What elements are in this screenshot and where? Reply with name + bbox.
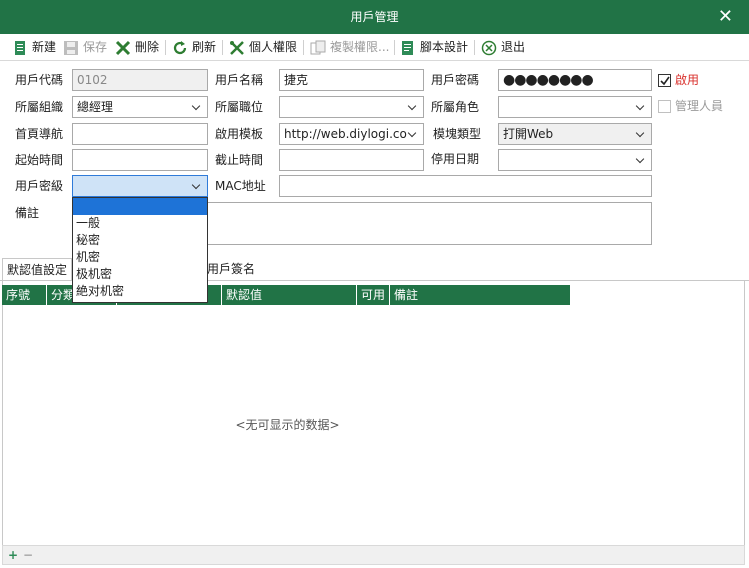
personal-permission-label: 個人權限 [249,40,298,54]
position-label: 所屬職位 [215,100,264,114]
toolbar-divider [474,40,475,55]
dropdown-option[interactable]: 一般 [73,215,207,232]
password-field[interactable]: ●●●●●●●● [498,69,652,91]
chevron-down-icon [191,97,201,117]
new-doc-icon [12,40,28,56]
default-values-grid [2,281,745,545]
mac-label: MAC地址 [215,179,266,193]
template-value: http://web.diylogi.cor [284,127,412,141]
chevron-down-icon [407,124,417,144]
grid-col-remark[interactable]: 備註 [390,285,570,305]
home-nav-label: 首頁導航 [15,127,64,141]
chevron-down-icon [635,124,645,144]
org-value: 總經理 [77,100,114,114]
toolbar-divider [165,40,166,55]
grid-col-index[interactable]: 序號 [2,285,47,305]
mac-field[interactable] [279,175,652,197]
delete-label: 刪除 [135,40,160,54]
dropdown-option[interactable]: 极机密 [73,266,207,283]
template-label: 啟用模板 [215,127,264,141]
exit-circle-icon [481,40,497,56]
role-select[interactable] [498,96,652,118]
disable-date-label: 停用日期 [431,152,480,166]
admin-checkbox[interactable] [658,100,671,113]
chevron-down-icon [191,176,201,196]
disable-date-field[interactable]: - - : : [498,149,652,171]
window-title: 用戶管理 [350,10,399,24]
tab-default-settings[interactable]: 默認值設定 [2,258,73,280]
start-time-label: 起始時間 [15,153,64,167]
enabled-label: 啟用 [675,73,700,87]
dropdown-option[interactable]: 机密 [73,249,207,266]
dropdown-option[interactable]: 絶对机密 [73,283,207,300]
security-level-select[interactable] [72,175,208,197]
end-time-label: 截止時間 [215,153,264,167]
password-label: 用戶密碼 [431,73,480,87]
copy-icon [310,40,326,56]
add-icon[interactable]: + [8,546,18,564]
security-level-label: 用戶密級 [15,179,64,193]
tools-icon [229,40,245,56]
template-type-label: 模塊類型 [433,127,482,141]
window-titlebar: 用戶管理 ✕ [0,0,749,34]
toolbar-divider [303,40,304,55]
dropdown-option[interactable] [73,198,207,215]
new-button[interactable]: 新建 [12,37,56,58]
close-icon[interactable]: ✕ [718,0,733,34]
template-type-select[interactable]: 打開Web [498,123,652,145]
grid-col-default-value[interactable]: 默認值 [222,285,357,305]
checkmark-icon [660,76,670,86]
save-label: 保存 [83,40,108,54]
delete-button[interactable]: 刪除 [115,37,159,58]
copy-permission-button[interactable]: 複製權限... [310,37,389,58]
exit-button[interactable]: 退出 [481,37,525,58]
remark-label: 備註 [15,206,40,220]
toolbar-divider [222,40,223,55]
enabled-checkbox[interactable] [658,74,671,87]
script-design-label: 腳本設計 [420,40,469,54]
save-button[interactable]: 保存 [63,37,107,58]
dropdown-option[interactable]: 秘密 [73,232,207,249]
position-select[interactable] [279,96,424,118]
chevron-down-icon [635,150,645,170]
start-time-field[interactable] [72,149,208,171]
org-label: 所屬組織 [15,100,64,114]
grid-empty-text: <无可显示的数据> [235,418,340,432]
remove-icon[interactable]: − [23,546,33,564]
copy-permission-label: 複製權限... [330,40,390,54]
org-select[interactable]: 總經理 [72,96,208,118]
grid-navigator: + − [2,545,745,565]
user-name-field[interactable]: 捷克 [279,69,424,91]
delete-x-icon [115,40,131,56]
user-code-field[interactable]: 0102 [72,69,208,91]
chevron-down-icon [635,97,645,117]
save-disk-icon [63,40,79,56]
home-nav-field[interactable] [72,123,208,145]
refresh-label: 刷新 [192,40,217,54]
script-design-button[interactable]: 腳本設計 [400,37,468,58]
user-name-label: 用戶名稱 [215,73,264,87]
grid-col-available[interactable]: 可用 [357,285,390,305]
chevron-down-icon [407,97,417,117]
template-select[interactable]: http://web.diylogi.cor [279,123,424,145]
end-time-field[interactable] [279,149,424,171]
role-label: 所屬角色 [431,100,480,114]
new-label: 新建 [32,40,57,54]
user-code-label: 用戶代碼 [15,73,64,87]
script-icon [400,40,416,56]
admin-label: 管理人員 [675,99,724,113]
security-level-dropdown: 一般 秘密 机密 极机密 絶对机密 [72,197,208,303]
exit-label: 退出 [501,40,526,54]
refresh-button[interactable]: 刷新 [172,37,216,58]
toolbar: 新建 保存 刪除 刷新 個人權限 複製權限... 腳本設計 退出 [0,34,749,61]
personal-permission-button[interactable]: 個人權限 [229,37,297,58]
toolbar-divider [394,40,395,55]
refresh-icon [172,40,188,56]
template-type-value: 打開Web [503,127,554,141]
